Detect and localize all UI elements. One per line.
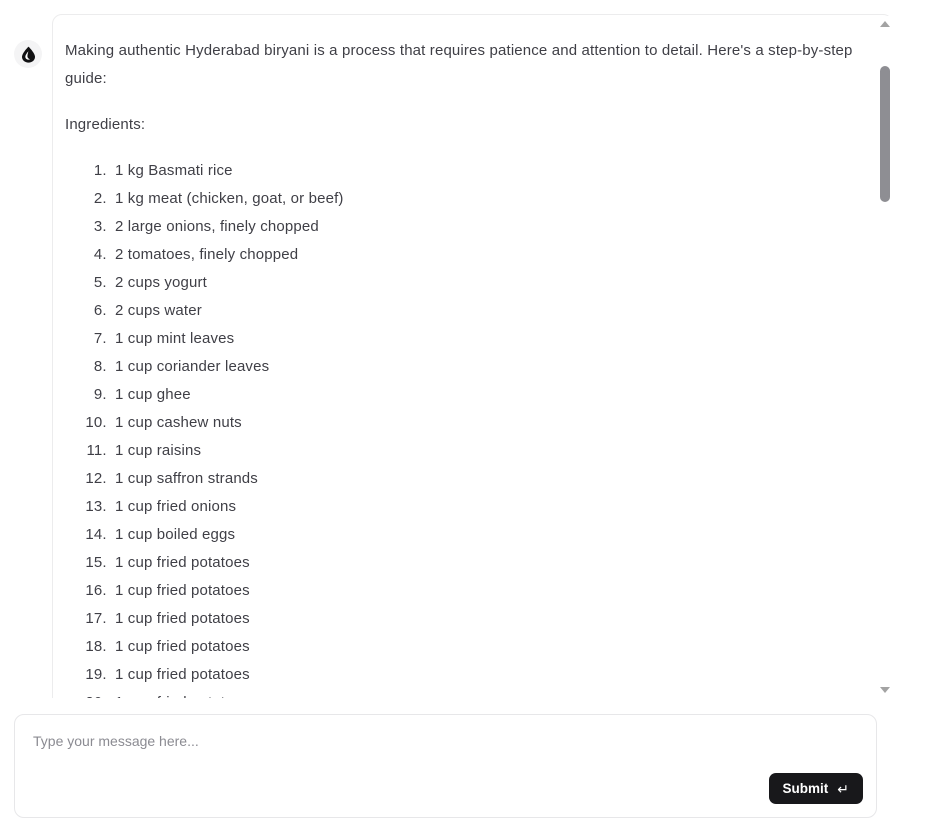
list-item: 1 cup mint leaves [111, 325, 866, 353]
list-item: 1 cup fried potatoes [111, 633, 866, 661]
list-item: 1 cup boiled eggs [111, 521, 866, 549]
message-composer[interactable]: Submit ↵ [14, 714, 877, 818]
list-item: 1 cup saffron strands [111, 465, 866, 493]
list-item: 1 cup fried potatoes [111, 549, 866, 577]
assistant-avatar [14, 40, 42, 68]
assistant-message-row: Making authentic Hyderabad biryani is a … [0, 14, 893, 698]
list-item: 2 large onions, finely chopped [111, 213, 866, 241]
list-item: 1 cup coriander leaves [111, 353, 866, 381]
scrollbar-thumb[interactable] [880, 66, 890, 202]
submit-button-label: Submit [782, 781, 829, 796]
list-item: 2 cups water [111, 297, 866, 325]
droplet-icon [21, 46, 36, 63]
message-intro-paragraph: Making authentic Hyderabad biryani is a … [65, 42, 853, 87]
assistant-message-card: Making authentic Hyderabad biryani is a … [52, 14, 893, 698]
list-item: 1 kg Basmati rice [111, 157, 866, 185]
list-item: 1 cup ghee [111, 381, 866, 409]
ingredients-heading: Ingredients: [65, 116, 146, 133]
list-item: 1 cup fried onions [111, 493, 866, 521]
scroll-up-arrow-icon[interactable] [877, 16, 893, 32]
list-item: 1 cup raisins [111, 437, 866, 465]
list-item: 1 cup fried potatoes [111, 689, 866, 698]
scroll-down-arrow-icon[interactable] [877, 682, 893, 698]
ingredients-list: 1 kg Basmati rice 1 kg meat (chicken, go… [65, 157, 866, 698]
list-item: 1 cup fried potatoes [111, 605, 866, 633]
list-item: 1 kg meat (chicken, goat, or beef) [111, 185, 866, 213]
message-input[interactable] [33, 731, 733, 751]
chat-app: Making authentic Hyderabad biryani is a … [0, 0, 933, 832]
list-item: 2 cups yogurt [111, 269, 866, 297]
conversation-scrollbar[interactable] [877, 16, 893, 698]
list-item: 1 cup fried potatoes [111, 661, 866, 689]
submit-button[interactable]: Submit ↵ [768, 773, 863, 804]
list-item: 2 tomatoes, finely chopped [111, 241, 866, 269]
list-item: 1 cup fried potatoes [111, 577, 866, 605]
conversation-scroll-area[interactable]: Making authentic Hyderabad biryani is a … [0, 14, 893, 698]
list-item: 1 cup cashew nuts [111, 409, 866, 437]
enter-key-icon: ↵ [837, 780, 849, 797]
